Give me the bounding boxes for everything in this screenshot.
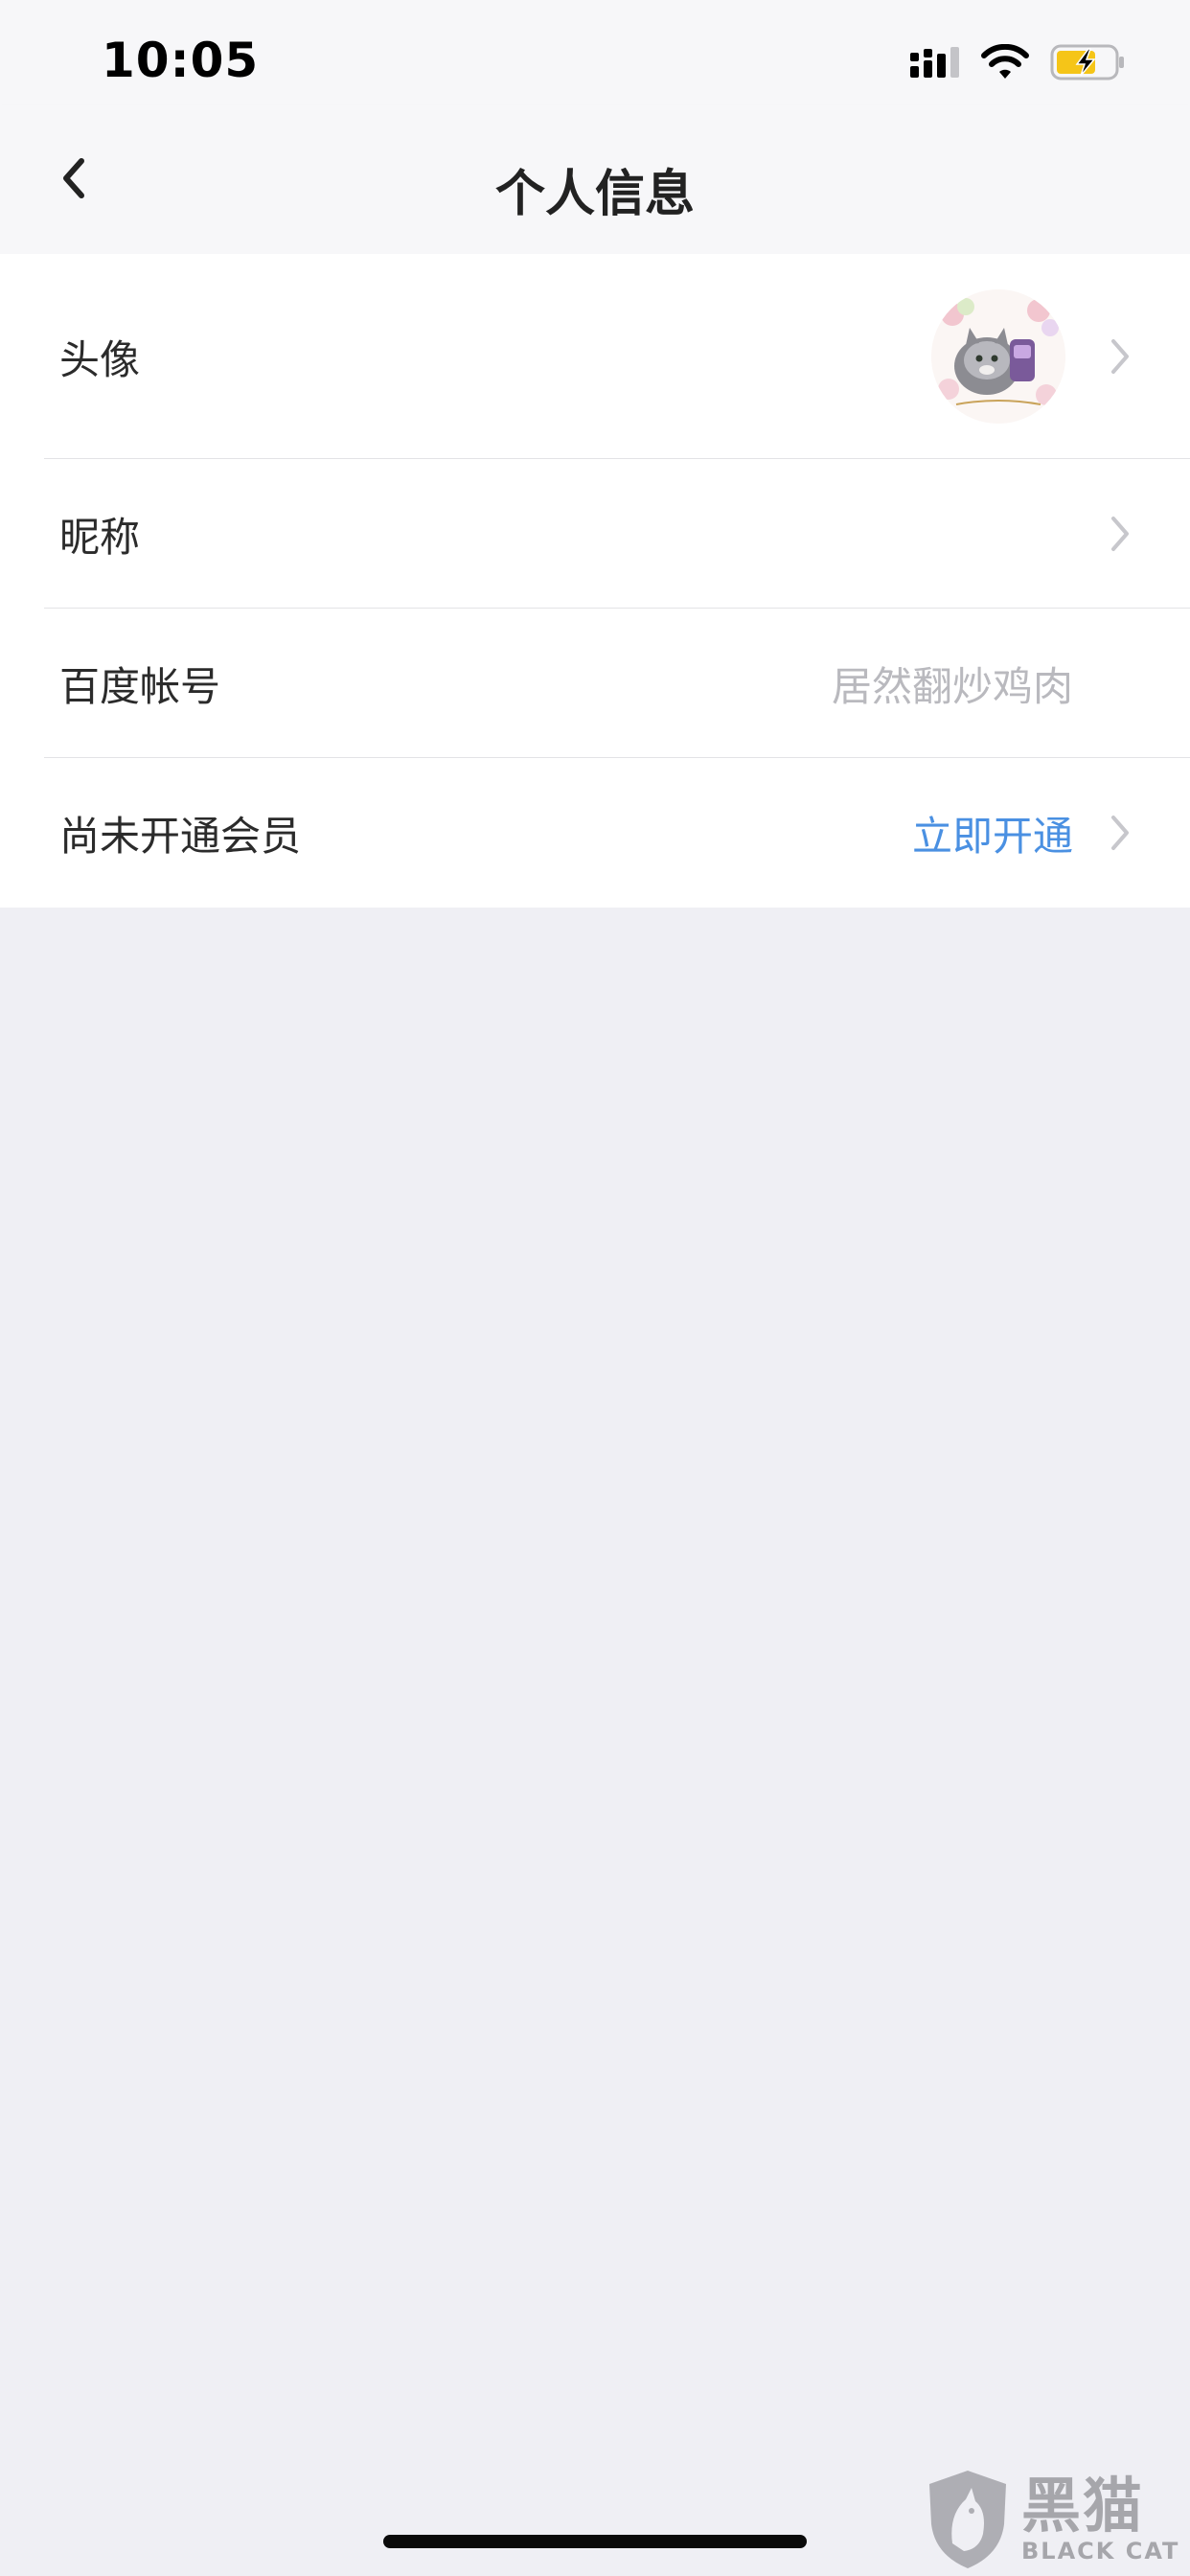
nickname-row[interactable]: 昵称 xyxy=(0,459,1190,609)
activate-membership-link[interactable]: 立即开通 xyxy=(912,804,1073,862)
row-label-nickname: 昵称 xyxy=(59,513,141,561)
watermark-en: BLACK CAT xyxy=(1021,2538,1180,2564)
avatar xyxy=(931,289,1065,424)
chevron-right-icon xyxy=(1104,812,1136,854)
baidu-account-value: 居然翻炒鸡肉 xyxy=(831,662,1073,710)
wifi-icon xyxy=(981,43,1029,84)
profile-settings-list: 头像 昵称 百度帐号 居然翻炒鸡肉 尚未开通会员 立即开通 xyxy=(0,254,1190,908)
signal-icon xyxy=(910,45,960,83)
status-icons xyxy=(910,43,1127,85)
membership-row[interactable]: 尚未开通会员 立即开通 xyxy=(0,758,1190,908)
baidu-account-row: 百度帐号 居然翻炒鸡肉 xyxy=(0,609,1190,758)
home-indicator[interactable] xyxy=(383,2535,807,2548)
cat-shield-icon xyxy=(929,2471,1006,2568)
chevron-right-icon xyxy=(1104,335,1136,378)
row-label-avatar: 头像 xyxy=(59,335,141,383)
row-label-membership: 尚未开通会员 xyxy=(59,812,302,860)
page-title: 个人信息 xyxy=(494,166,695,223)
battery-charging-icon xyxy=(1050,43,1127,85)
nav-bar: 个人信息 xyxy=(0,105,1190,254)
watermark-cn: 黑猫 xyxy=(1021,2471,1145,2541)
avatar-row[interactable]: 头像 xyxy=(0,254,1190,459)
row-label-baidu-account: 百度帐号 xyxy=(59,662,221,710)
watermark: 黑猫 BLACK CAT xyxy=(924,2463,1182,2576)
status-time: 10:05 xyxy=(102,33,260,88)
chevron-right-icon xyxy=(1104,513,1136,555)
